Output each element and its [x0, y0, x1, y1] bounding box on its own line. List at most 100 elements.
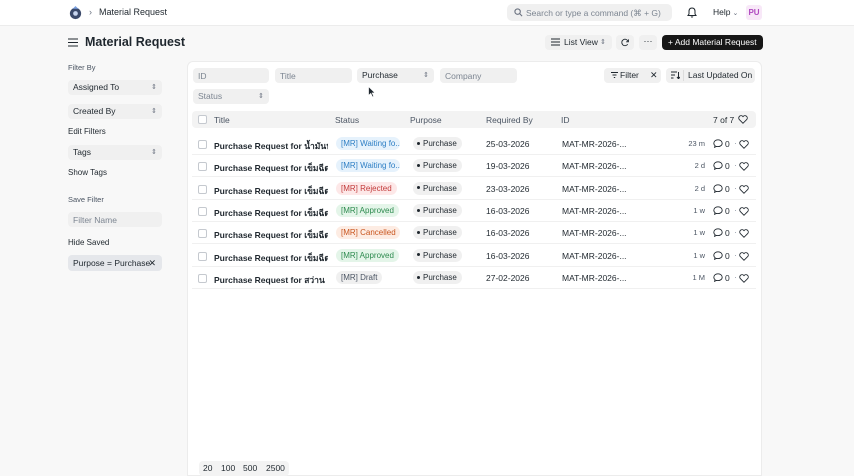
assigned-to-label: Assigned To	[73, 82, 120, 92]
row-title[interactable]: Purchase Request for เข็มฉีดยา	[214, 251, 328, 265]
row-checkbox[interactable]	[198, 273, 207, 283]
table-row[interactable]: Purchase Request for เข็มฉีดยา [MR] Appro…	[192, 200, 756, 222]
app-logo-icon[interactable]	[68, 5, 83, 20]
table-row[interactable]: Purchase Request for เข็มฉีดยา [MR] Cance…	[192, 222, 756, 245]
row-checkbox[interactable]	[198, 206, 207, 216]
record-count: 7 of 7	[713, 115, 735, 125]
filter-button[interactable]: Filter ✕	[604, 68, 661, 83]
title-filter-input[interactable]	[275, 68, 352, 83]
select-arrows-icon: ⇕	[258, 93, 264, 100]
search-input[interactable]	[526, 5, 666, 20]
breadcrumb[interactable]: Material Request	[99, 7, 167, 17]
separator-dot: ·	[734, 138, 737, 148]
purpose-text: Purchase	[423, 139, 457, 148]
select-all-checkbox[interactable]	[198, 115, 207, 124]
page-size-500[interactable]: 500	[243, 463, 257, 473]
modified-ago: 1 w	[693, 228, 705, 238]
dot-icon	[417, 164, 420, 168]
list-view-button[interactable]: List View ⇕	[545, 35, 612, 50]
tags-label: Tags	[73, 147, 91, 157]
modified-ago: 2 d	[694, 161, 705, 171]
purpose-filter-select[interactable]: Purchase ⇕	[357, 68, 434, 83]
row-title[interactable]: Purchase Request for เข็มฉีดยา	[214, 228, 328, 242]
heart-icon[interactable]	[739, 251, 749, 261]
heart-icon[interactable]	[738, 115, 748, 124]
row-title[interactable]: Purchase Request for สว่าน	[214, 273, 328, 287]
page-size-100[interactable]: 100	[221, 463, 235, 473]
purpose-badge: Purchase	[413, 203, 462, 217]
dot-icon	[417, 141, 420, 145]
purpose-badge: Purchase	[413, 226, 462, 240]
dot-icon	[417, 275, 420, 279]
heart-icon[interactable]	[739, 140, 749, 149]
comment-icon[interactable]	[713, 161, 723, 171]
breadcrumb-chevron-icon: ›	[89, 7, 92, 17]
status-badge: [MR] Draft	[336, 270, 383, 284]
record-id: MAT-MR-2026-...	[562, 250, 627, 261]
record-id: MAT-MR-2026-...	[562, 228, 627, 239]
avatar[interactable]: PU	[746, 5, 762, 20]
help-menu[interactable]: Help ⌄	[713, 7, 738, 17]
created-by-select[interactable]: Created By ⇕	[68, 104, 162, 119]
edit-filters-link[interactable]: Edit Filters	[68, 127, 106, 136]
sort-button[interactable]: Last Updated On	[666, 68, 755, 83]
row-checkbox[interactable]	[198, 251, 207, 261]
table-row[interactable]: Purchase Request for เข็มฉีดยา [MR] Waiti…	[192, 155, 756, 178]
modified-ago: 23 m	[688, 139, 705, 148]
search-bar[interactable]	[507, 4, 672, 21]
comment-icon[interactable]	[713, 206, 723, 215]
more-menu-button[interactable]: ···	[639, 35, 657, 50]
modified-ago: 1 w	[693, 205, 705, 215]
company-filter-input[interactable]	[440, 68, 517, 83]
refresh-button[interactable]	[616, 35, 634, 50]
page-size-2500[interactable]: 2500	[266, 463, 285, 473]
comment-icon[interactable]	[713, 183, 723, 193]
separator-dot: ·	[734, 249, 737, 260]
heart-icon[interactable]	[739, 207, 749, 216]
row-title[interactable]: Purchase Request for เข็มฉีดยา	[214, 161, 328, 175]
table-row[interactable]: Purchase Request for สว่าน [MR] Draft Purc…	[192, 267, 756, 289]
table-row[interactable]: Purchase Request for น้ำมันหอ [MR] Waitin…	[192, 133, 756, 155]
status-badge: [MR] Cancelled	[336, 226, 400, 240]
heart-icon[interactable]	[739, 162, 749, 172]
row-title[interactable]: Purchase Request for เข็มฉีดยา	[214, 184, 328, 198]
assigned-to-select[interactable]: Assigned To ⇕	[68, 80, 162, 95]
row-checkbox[interactable]	[198, 184, 207, 194]
heart-icon[interactable]	[739, 184, 749, 194]
page-size-20[interactable]: 20	[203, 463, 212, 473]
clear-filter-icon[interactable]: ✕	[650, 68, 658, 83]
list-view-label: List View	[564, 37, 598, 47]
required-by: 16-03-2026	[486, 205, 530, 216]
row-checkbox[interactable]	[198, 162, 207, 172]
bell-icon[interactable]	[687, 7, 697, 18]
close-icon[interactable]: ✕	[148, 255, 156, 271]
sort-order-icon[interactable]	[671, 71, 680, 79]
add-material-request-button[interactable]: + Add Material Request	[662, 35, 763, 50]
comment-icon[interactable]	[713, 228, 723, 238]
comment-icon[interactable]	[713, 273, 723, 282]
status-filter-select[interactable]: Status ⇕	[193, 89, 269, 104]
sort-label: Last Updated On	[688, 70, 753, 80]
required-by: 25-03-2026	[486, 139, 530, 149]
id-filter-input[interactable]	[193, 68, 269, 83]
tags-select[interactable]: Tags ⇕	[68, 145, 162, 160]
status-badge: [MR] Approved	[336, 248, 399, 262]
saved-filter-chip[interactable]: Purpose = Purchase ✕	[68, 255, 162, 271]
row-title[interactable]: Purchase Request for เข็มฉีดยา	[214, 206, 328, 220]
purpose-text: Purchase	[423, 228, 457, 238]
show-tags-link[interactable]: Show Tags	[68, 168, 107, 177]
header-purpose: Purpose	[410, 115, 442, 125]
table-row[interactable]: Purchase Request for เข็มฉีดยา [MR] Rejec…	[192, 178, 756, 200]
sidebar-toggle-icon[interactable]	[68, 38, 78, 47]
heart-icon[interactable]	[739, 274, 749, 283]
comment-icon[interactable]	[713, 250, 723, 260]
purpose-text: Purchase	[423, 250, 457, 260]
filter-name-input[interactable]	[68, 212, 162, 227]
table-row[interactable]: Purchase Request for เข็มฉีดยา [MR] Appro…	[192, 245, 756, 267]
row-checkbox[interactable]	[198, 140, 207, 149]
row-checkbox[interactable]	[198, 229, 207, 239]
hide-saved-link[interactable]: Hide Saved	[68, 238, 109, 247]
comment-icon[interactable]	[713, 139, 723, 148]
row-title[interactable]: Purchase Request for น้ำมันหอ	[214, 139, 328, 153]
heart-icon[interactable]	[739, 229, 749, 239]
